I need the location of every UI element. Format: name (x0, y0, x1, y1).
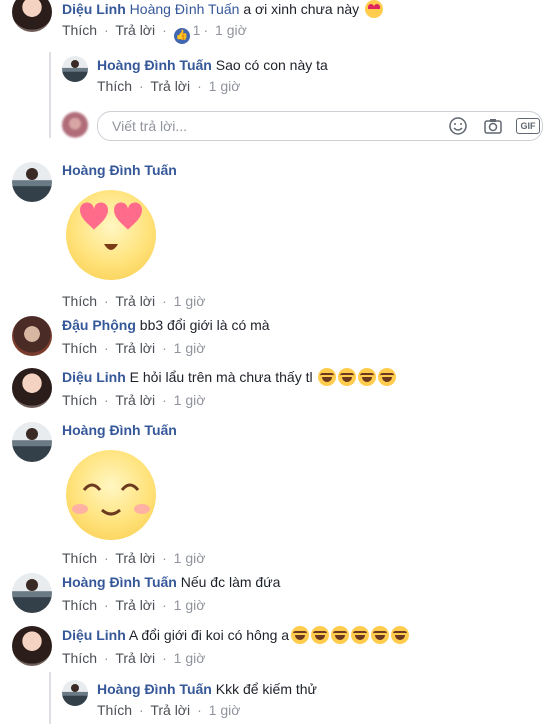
laughing-emoji-icon (291, 626, 310, 644)
reply-input-box[interactable]: GIF (97, 111, 543, 141)
commenter-name[interactable]: Hoàng Đình Tuấn (62, 574, 177, 590)
laughing-emoji-icon (371, 626, 390, 644)
like-link[interactable]: Thích (62, 340, 97, 356)
laughing-emoji-icon (391, 626, 410, 644)
camera-icon[interactable] (483, 116, 503, 136)
heart-eyes-sticker-icon[interactable] (66, 190, 156, 280)
laughing-emoji-icon (358, 368, 377, 386)
timestamp[interactable]: 1 giờ (174, 293, 206, 309)
avatar[interactable] (62, 56, 88, 82)
commenter-name[interactable]: Diệu Linh (62, 627, 126, 643)
heart-eyes-emoji-icon (365, 0, 384, 18)
comment-text: A đổi giới đi koi có hông a (128, 627, 290, 643)
reply-link[interactable]: Trả lời (115, 22, 155, 38)
avatar[interactable] (12, 316, 52, 356)
comment-text: Nếu đc làm đứa (180, 574, 281, 590)
commenter-name[interactable]: Hoàng Đình Tuấn (97, 681, 212, 697)
avatar[interactable] (12, 162, 52, 202)
laughing-emoji-icon (338, 368, 357, 386)
timestamp[interactable]: 1 giờ (174, 340, 206, 356)
comment-text: Sao có con này ta (215, 57, 328, 73)
commenter-name[interactable]: Diệu Linh (62, 369, 126, 385)
commenter-name[interactable]: Hoàng Đình Tuấn (62, 422, 177, 438)
reply-link[interactable]: Trả lời (115, 650, 155, 666)
reply-link[interactable]: Trả lời (115, 340, 155, 356)
like-link[interactable]: Thích (62, 550, 97, 566)
timestamp[interactable]: 1 giờ (215, 22, 247, 38)
commenter-name[interactable]: Hoàng Đình Tuấn (97, 57, 212, 73)
reply-input[interactable] (110, 117, 434, 135)
reply-link[interactable]: Trả lời (115, 597, 155, 613)
reply-link[interactable]: Trả lời (115, 550, 155, 566)
current-user-avatar (62, 112, 88, 138)
like-link[interactable]: Thích (62, 597, 97, 613)
comment-actions: Thích · Trả lời · 1 giờ (62, 550, 206, 566)
avatar[interactable] (12, 0, 52, 32)
like-link[interactable]: Thích (62, 293, 97, 309)
reply-link[interactable]: Trả lời (150, 78, 190, 94)
avatar[interactable] (12, 626, 52, 666)
laughing-emoji-icon (378, 368, 397, 386)
reply-thread-line (49, 52, 51, 138)
like-count[interactable]: 1 (193, 22, 201, 38)
commenter-name[interactable]: Đậu Phộng (62, 317, 136, 333)
gif-icon[interactable]: GIF (516, 118, 540, 134)
timestamp[interactable]: 1 giờ (174, 550, 206, 566)
like-count-icon[interactable]: 👍 (173, 28, 190, 44)
like-link[interactable]: Thích (62, 22, 97, 38)
timestamp[interactable]: 1 giờ (174, 392, 206, 408)
tagged-user[interactable]: Hoàng Đình Tuấn (130, 1, 240, 17)
like-link[interactable]: Thích (62, 392, 97, 408)
laughing-emoji-icon (351, 626, 370, 644)
like-link[interactable]: Thích (62, 650, 97, 666)
reply-link[interactable]: Trả lời (115, 392, 155, 408)
timestamp[interactable]: 1 giờ (174, 597, 206, 613)
laughing-emoji-icon (331, 626, 350, 644)
reply-link[interactable]: Trả lời (150, 702, 190, 718)
comment-actions: Thích · Trả lời · 1 giờ (62, 293, 206, 309)
commenter-name[interactable]: Diệu Linh (62, 1, 126, 17)
laughing-emoji-icon (311, 626, 330, 644)
avatar[interactable] (12, 368, 52, 408)
avatar[interactable] (12, 573, 52, 613)
comment-text: E hỏi lẩu trên mà chưa thấy tl (129, 369, 313, 385)
smiley-icon[interactable] (448, 116, 468, 136)
commenter-name[interactable]: Hoàng Đình Tuấn (62, 162, 177, 178)
comment-text: Kkk để kiếm thử (215, 681, 317, 697)
reply-link[interactable]: Trả lời (115, 293, 155, 309)
smiling-sticker-icon[interactable] (66, 450, 156, 540)
comment-text: a ơi xinh chưa này (243, 1, 360, 17)
avatar[interactable] (62, 680, 88, 706)
timestamp[interactable]: 1 giờ (209, 702, 241, 718)
timestamp[interactable]: 1 giờ (209, 78, 241, 94)
timestamp[interactable]: 1 giờ (174, 650, 206, 666)
like-link[interactable]: Thích (97, 702, 132, 718)
comment-text: bb3 đổi giới là có mà (139, 317, 270, 333)
avatar[interactable] (12, 422, 52, 462)
laughing-emoji-icon (318, 368, 337, 386)
like-link[interactable]: Thích (97, 78, 132, 94)
reply-thread-line (49, 672, 51, 724)
